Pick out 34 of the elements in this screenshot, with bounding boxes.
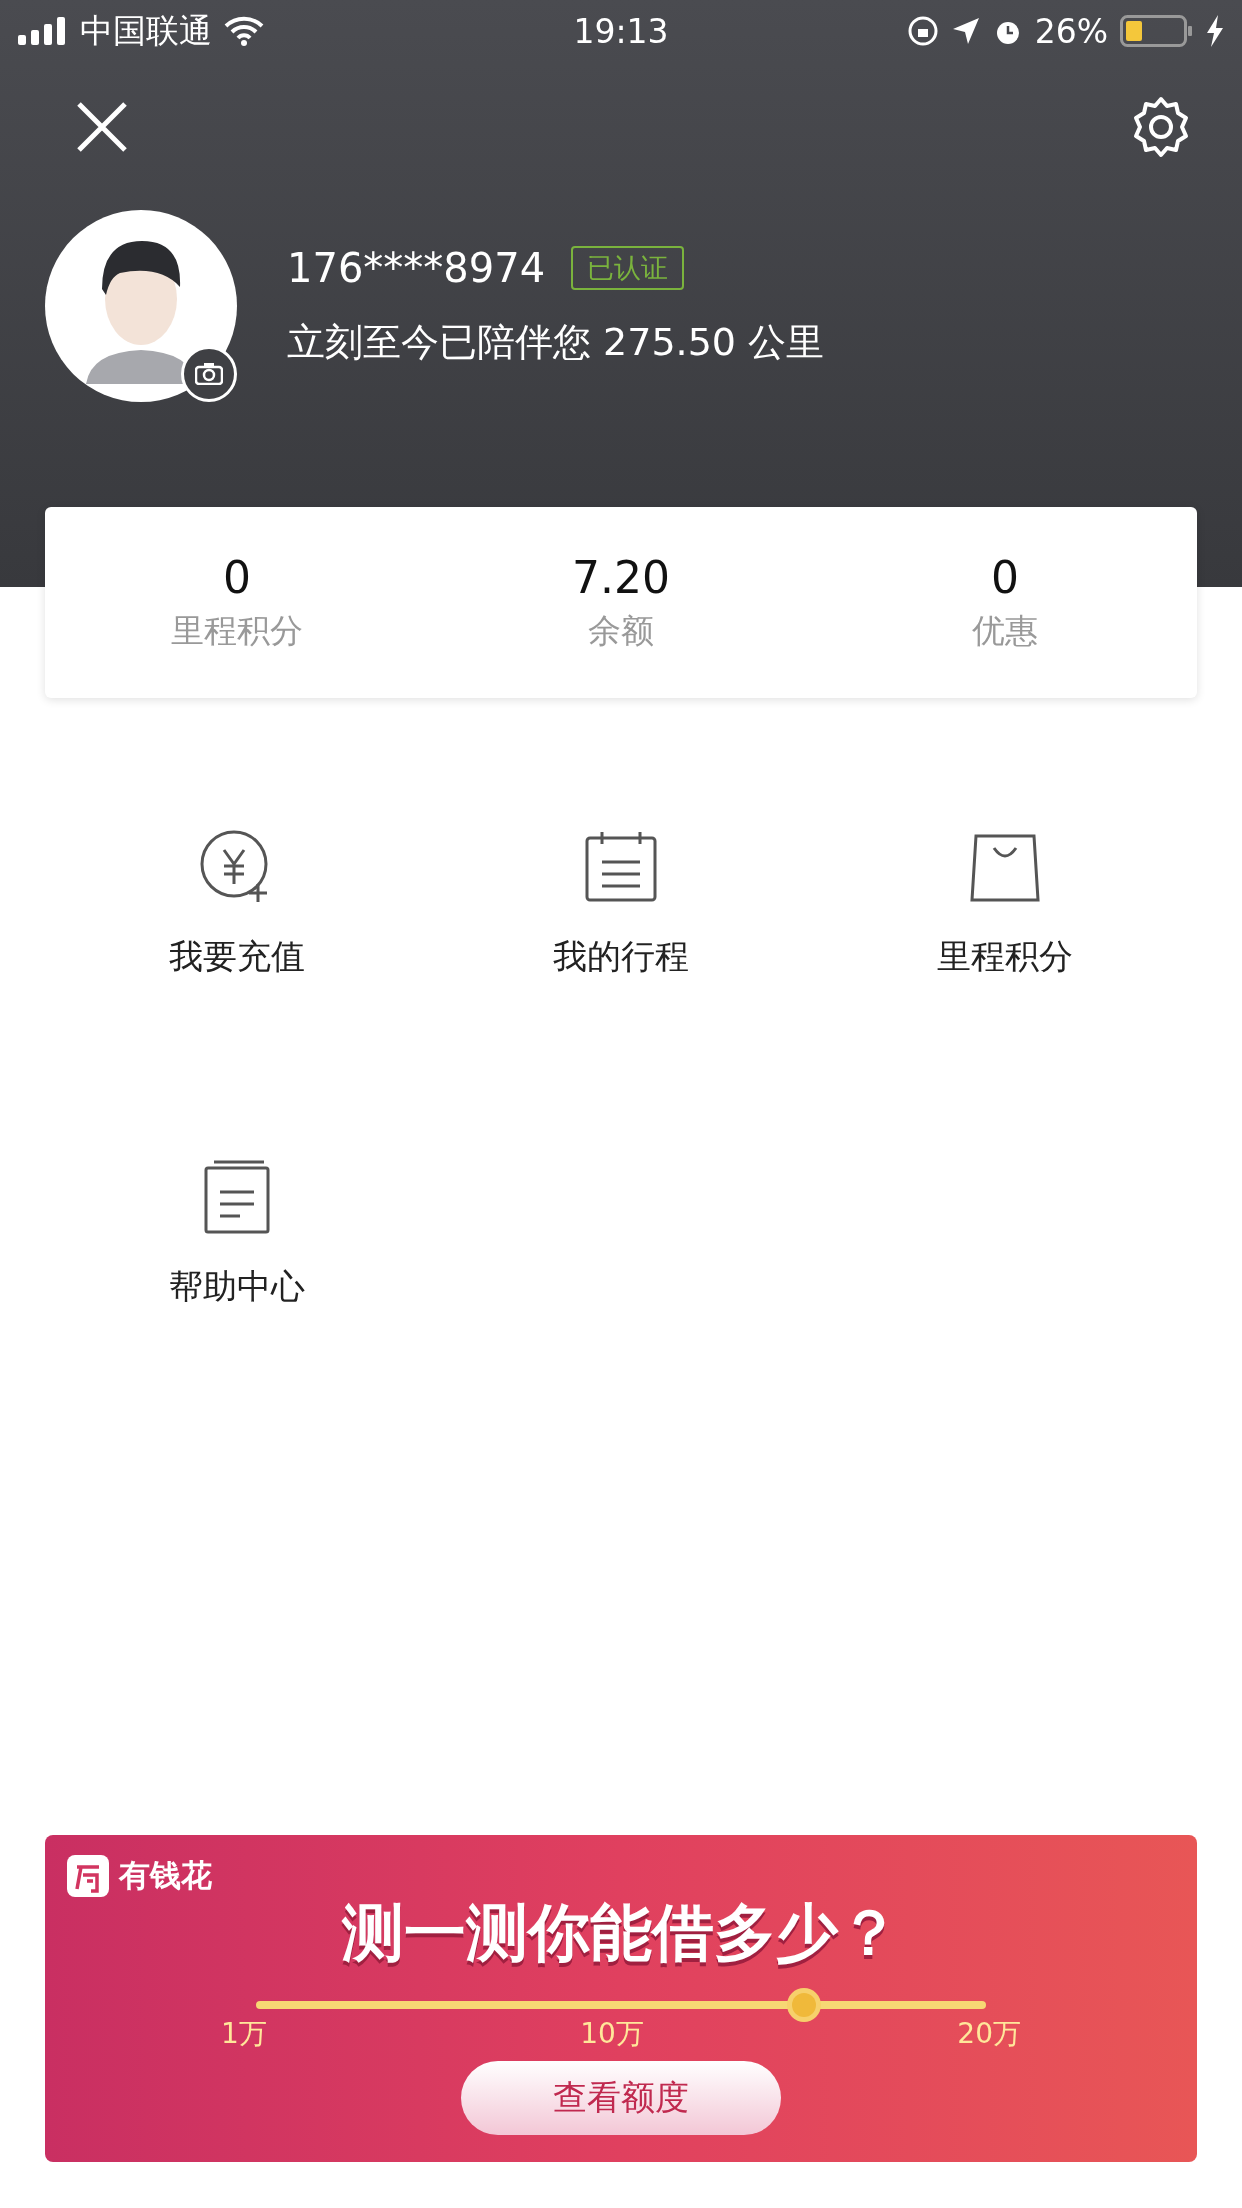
scale-label: 10万: [580, 2016, 644, 2052]
stat-label: 余额: [588, 609, 654, 652]
distance-summary: 立刻至今已陪伴您 275.50 公里: [287, 318, 825, 366]
menu-label[interactable]: 我的行程: [553, 934, 689, 980]
ad-banner[interactable]: 有钱花 测一测你能借多少？ 1万 10万 20万 查看额度: [45, 1835, 1197, 2162]
stat-value: 7.20: [572, 551, 670, 603]
scale-label: 1万: [221, 2016, 267, 2052]
battery-percent: 26%: [1034, 11, 1108, 51]
document-icon: [202, 1158, 272, 1236]
menu-label[interactable]: 我要充值: [169, 934, 305, 980]
close-icon[interactable]: [76, 101, 128, 153]
camera-button[interactable]: [181, 346, 237, 402]
coin-icon: [786, 1987, 822, 2023]
camera-icon: [195, 363, 223, 385]
check-limit-button[interactable]: 查看额度: [461, 2061, 781, 2135]
verified-tag: 已认证: [571, 245, 685, 290]
stat-value: 0: [223, 551, 251, 603]
signal-icon: [18, 17, 68, 45]
banner-headline: 测一测你能借多少？: [342, 1895, 900, 1971]
scale-label: 20万: [957, 2016, 1021, 2052]
stat-value: 0: [991, 551, 1019, 603]
menu-label[interactable]: 里程积分: [937, 934, 1073, 980]
carrier-name: 中国联通: [80, 9, 212, 52]
brand-name: 有钱花: [119, 1856, 212, 1895]
stat-label: 优惠: [972, 609, 1038, 652]
menu-label[interactable]: 帮助中心: [169, 1264, 305, 1310]
brand-logo-icon: [67, 1855, 109, 1897]
charging-bolt-icon: [1206, 15, 1224, 47]
clock-time: 19:13: [573, 11, 669, 51]
stat-label: 里程积分: [171, 609, 303, 652]
phone-number: 176****8974: [287, 244, 546, 291]
wifi-icon: [224, 16, 264, 46]
battery-icon: [1120, 15, 1194, 47]
rotation-lock-icon: [906, 15, 939, 47]
